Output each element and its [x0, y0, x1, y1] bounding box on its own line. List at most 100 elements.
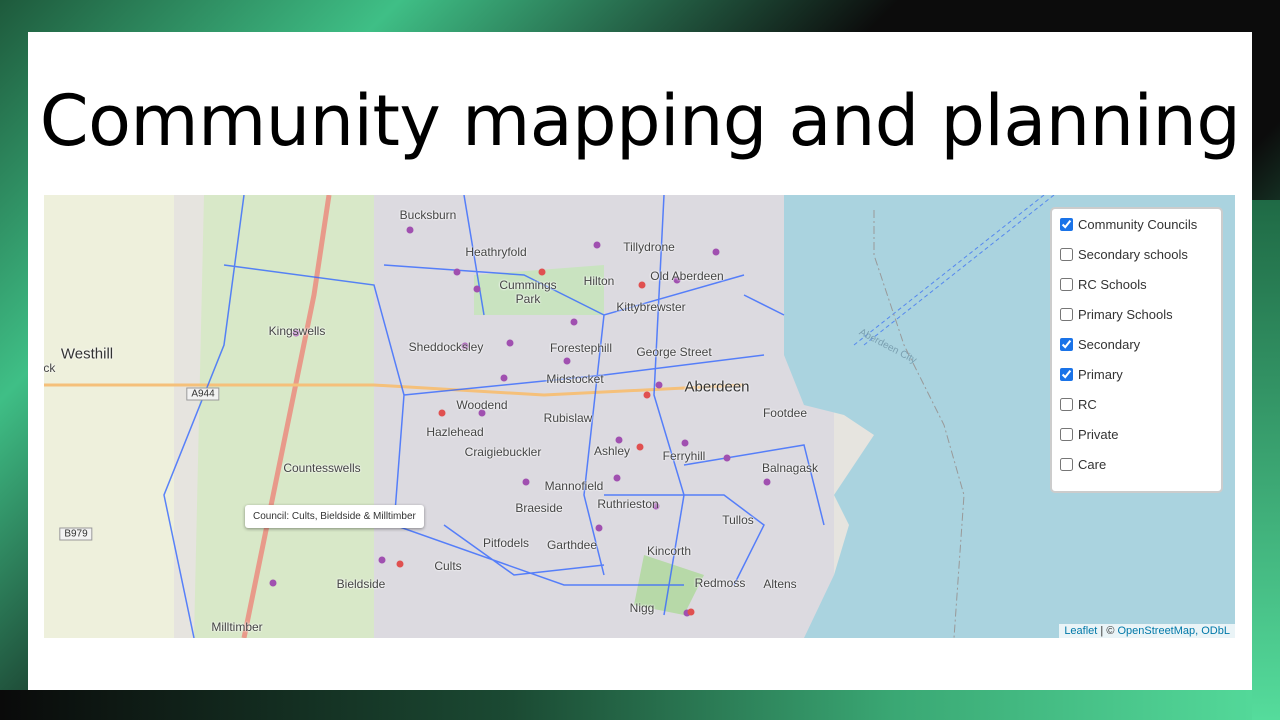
place-label: Cults	[434, 559, 462, 573]
primary-school-marker[interactable]	[500, 374, 508, 382]
layer-label: RC	[1078, 396, 1097, 412]
layer-toggle[interactable]: Secondary schools	[1060, 239, 1215, 269]
place-label: Tullos	[722, 513, 754, 527]
place-label: Ferryhill	[662, 449, 706, 463]
layer-label: Secondary	[1078, 336, 1141, 352]
layer-label: Primary Schools	[1078, 306, 1173, 322]
attribution: Leaflet | © OpenStreetMap, ODbL	[1059, 624, 1235, 638]
place-label: Tillydrone	[623, 240, 675, 254]
place-label: Nigg	[629, 601, 655, 615]
layer-toggle[interactable]: Community Councils	[1060, 209, 1215, 239]
layer-toggle[interactable]: Care	[1060, 449, 1215, 479]
primary-school-marker[interactable]	[269, 579, 277, 587]
layer-checkbox[interactable]	[1060, 397, 1073, 411]
primary-school-marker[interactable]	[378, 556, 386, 564]
decorative-band	[1252, 200, 1280, 720]
place-label: Aberdeen	[684, 378, 750, 396]
layer-label: Care	[1078, 456, 1107, 472]
layer-control: Community Councils Secondary schools RC Sc…	[1050, 207, 1223, 493]
layer-checkbox[interactable]	[1060, 427, 1073, 441]
place-label: Sheddocksley	[408, 340, 484, 354]
layer-checkbox[interactable]	[1060, 247, 1073, 261]
primary-school-marker[interactable]	[595, 524, 603, 532]
primary-school-marker[interactable]	[615, 436, 623, 444]
secondary-school-marker[interactable]	[636, 443, 644, 451]
primary-school-marker[interactable]	[453, 268, 461, 276]
primary-school-marker[interactable]	[681, 439, 689, 447]
place-label: Ruthrieston	[597, 497, 659, 511]
place-label: Hilton	[583, 274, 615, 288]
secondary-school-marker[interactable]	[396, 560, 404, 568]
layer-checkbox[interactable]	[1060, 217, 1073, 231]
place-label: Hazlehead	[426, 425, 484, 439]
primary-school-marker[interactable]	[506, 339, 514, 347]
primary-school-marker[interactable]	[522, 478, 530, 486]
layer-checkbox[interactable]	[1060, 277, 1073, 291]
leaflet-link[interactable]: Leaflet	[1064, 625, 1097, 637]
place-label: Bieldside	[336, 577, 386, 591]
layer-checkbox[interactable]	[1060, 367, 1073, 381]
place-label: Cummings Park	[499, 278, 557, 306]
place-label: Kittybrewster	[616, 300, 686, 314]
place-label: Westhill	[60, 345, 114, 363]
layer-toggle[interactable]: RC	[1060, 389, 1215, 419]
primary-school-marker[interactable]	[712, 248, 720, 256]
place-label: Forestерhill	[549, 341, 613, 355]
primary-school-marker[interactable]	[613, 474, 621, 482]
place-label: Midstocket	[546, 372, 604, 386]
leaflet-map[interactable]: Bucksburn Heathryfold Tillydrone Old Aberde…	[44, 195, 1235, 638]
layer-toggle[interactable]: Private	[1060, 419, 1215, 449]
place-label: Rubislaw	[543, 411, 593, 425]
primary-school-marker[interactable]	[763, 478, 771, 486]
primary-school-marker[interactable]	[563, 357, 571, 365]
decorative-band	[0, 690, 1280, 720]
place-label: Countesswells	[283, 461, 361, 475]
layer-label: Primary	[1078, 366, 1123, 382]
place-label: Braeside	[515, 501, 563, 515]
layer-toggle[interactable]: Secondary	[1060, 329, 1215, 359]
place-label: Kincorth	[646, 544, 692, 558]
secondary-school-marker[interactable]	[687, 608, 695, 616]
primary-school-marker[interactable]	[473, 285, 481, 293]
road-shield: B979	[59, 527, 93, 541]
layer-toggle[interactable]: Primary	[1060, 359, 1215, 389]
road-shield: A944	[186, 387, 220, 401]
primary-school-marker[interactable]	[406, 226, 414, 234]
primary-school-marker[interactable]	[593, 241, 601, 249]
place-label: ick	[44, 361, 56, 375]
secondary-school-marker[interactable]	[538, 268, 546, 276]
layer-label: Secondary schools	[1078, 246, 1188, 262]
place-label: Craigiebuckler	[464, 445, 542, 459]
primary-school-marker[interactable]	[723, 454, 731, 462]
slide: Community mapping and planning Bucksburn…	[28, 32, 1252, 690]
place-label: Old Aberdeen	[650, 269, 724, 283]
layer-checkbox[interactable]	[1060, 307, 1073, 321]
place-label: Footdee	[762, 406, 808, 420]
secondary-school-marker[interactable]	[643, 391, 651, 399]
layer-label: RC Schools	[1078, 276, 1147, 292]
osm-link[interactable]: OpenStreetMap, ODbL	[1117, 625, 1230, 637]
place-label: Mannofield	[544, 479, 604, 493]
layer-toggle[interactable]: RC Schools	[1060, 269, 1215, 299]
slide-title: Community mapping and planning	[39, 80, 1241, 162]
place-label: Woodend	[456, 398, 508, 412]
place-label: Balnagask	[761, 461, 819, 475]
place-label: Garthdee	[546, 538, 598, 552]
layer-toggle[interactable]: Primary Schools	[1060, 299, 1215, 329]
secondary-school-marker[interactable]	[438, 409, 446, 417]
layer-label: Community Councils	[1078, 216, 1198, 232]
place-label: Redmoss	[694, 576, 746, 590]
place-label: Kingswells	[268, 324, 326, 338]
council-tooltip: Council: Cults, Bieldside & Milltimber	[245, 505, 424, 528]
layer-checkbox[interactable]	[1060, 457, 1073, 471]
secondary-school-marker[interactable]	[638, 281, 646, 289]
primary-school-marker[interactable]	[570, 318, 578, 326]
place-label: Ashley	[593, 444, 631, 458]
place-label: George Street	[636, 345, 712, 359]
place-label: Bucksburn	[399, 208, 457, 222]
place-label: Milltimber	[211, 620, 263, 634]
place-label: Pitfodels	[482, 536, 530, 550]
attribution-separator: | ©	[1097, 625, 1118, 637]
layer-checkbox[interactable]	[1060, 337, 1073, 351]
primary-school-marker[interactable]	[655, 381, 663, 389]
